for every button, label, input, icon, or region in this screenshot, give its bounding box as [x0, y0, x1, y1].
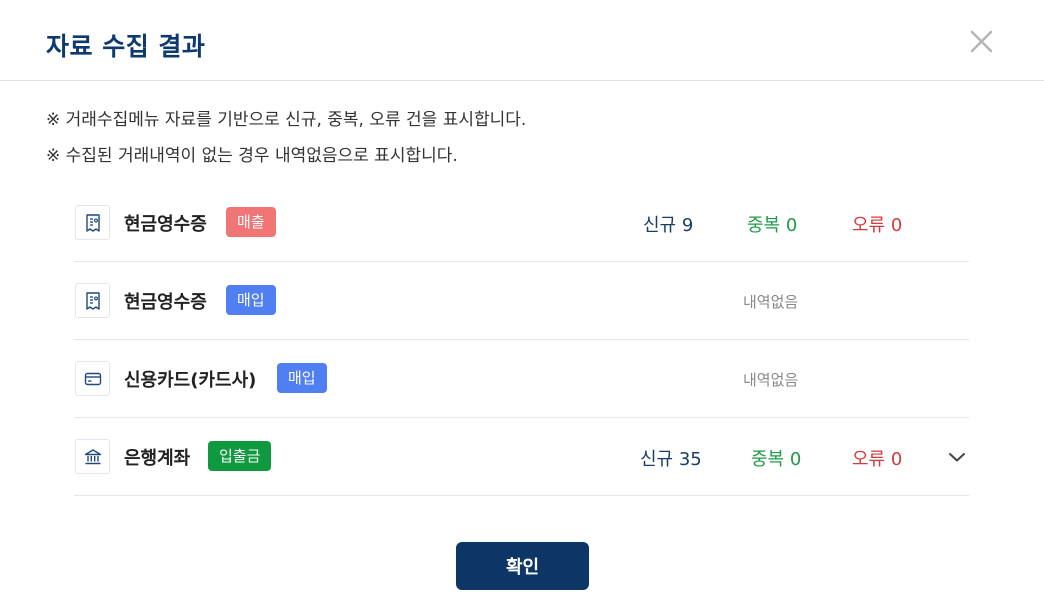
result-row-credit-card-purchase: 신용카드(카드사) 매입 내역없음 — [74, 340, 969, 418]
badge-deposit-withdrawal: 입출금 — [208, 441, 272, 471]
row-label: 은행계좌 — [124, 448, 191, 469]
collection-result-dialog: 자료 수집 결과 ※ 거래수집메뉴 자료를 기반으로 신규, 중복, 오류 건을… — [0, 0, 1044, 615]
no-history-text: 내역없음 — [743, 371, 799, 389]
confirm-button[interactable]: 확인 — [456, 542, 589, 590]
result-row-cash-receipt-purchase: 현금영수증 매입 내역없음 — [74, 262, 969, 340]
receipt-icon — [75, 205, 110, 240]
badge-purchase: 매입 — [226, 285, 276, 315]
count-error: 오류 0 — [852, 449, 903, 470]
count-new: 신규 35 — [640, 449, 702, 470]
notice-line: ※ 거래수집메뉴 자료를 기반으로 신규, 중복, 오류 건을 표시합니다. — [46, 110, 527, 130]
badge-sales: 매출 — [226, 207, 276, 237]
chevron-down-icon — [949, 453, 965, 462]
result-list: 현금영수증 매출 신규 9 중복 0 오류 0 현금영수증 매입 내역없음 신용… — [74, 184, 969, 496]
count-duplicate: 중복 0 — [751, 449, 802, 470]
badge-purchase: 매입 — [277, 363, 327, 393]
no-history-text: 내역없음 — [743, 293, 799, 311]
expand-button[interactable] — [948, 449, 966, 463]
row-label: 신용카드(카드사) — [124, 370, 257, 391]
receipt-icon — [75, 283, 110, 318]
close-icon — [970, 30, 993, 53]
result-row-bank-account: 은행계좌 입출금 신규 35 중복 0 오류 0 — [74, 418, 969, 496]
notice-text: ※ 거래수집메뉴 자료를 기반으로 신규, 중복, 오류 건을 표시합니다. ※… — [46, 108, 526, 180]
notice-line: ※ 수집된 거래내역이 없는 경우 내역없음으로 표시합니다. — [46, 146, 458, 166]
row-label: 현금영수증 — [124, 214, 207, 235]
row-label: 현금영수증 — [124, 292, 207, 313]
result-row-cash-receipt-sales: 현금영수증 매출 신규 9 중복 0 오류 0 — [74, 184, 969, 262]
dialog-header: 자료 수집 결과 — [0, 0, 1044, 81]
count-duplicate: 중복 0 — [747, 215, 798, 236]
count-new: 신규 9 — [643, 215, 694, 236]
bank-icon — [75, 439, 110, 474]
count-error: 오류 0 — [852, 215, 903, 236]
dialog-title: 자료 수집 결과 — [46, 32, 206, 61]
close-button[interactable] — [962, 22, 1000, 60]
credit-card-icon — [75, 361, 110, 396]
